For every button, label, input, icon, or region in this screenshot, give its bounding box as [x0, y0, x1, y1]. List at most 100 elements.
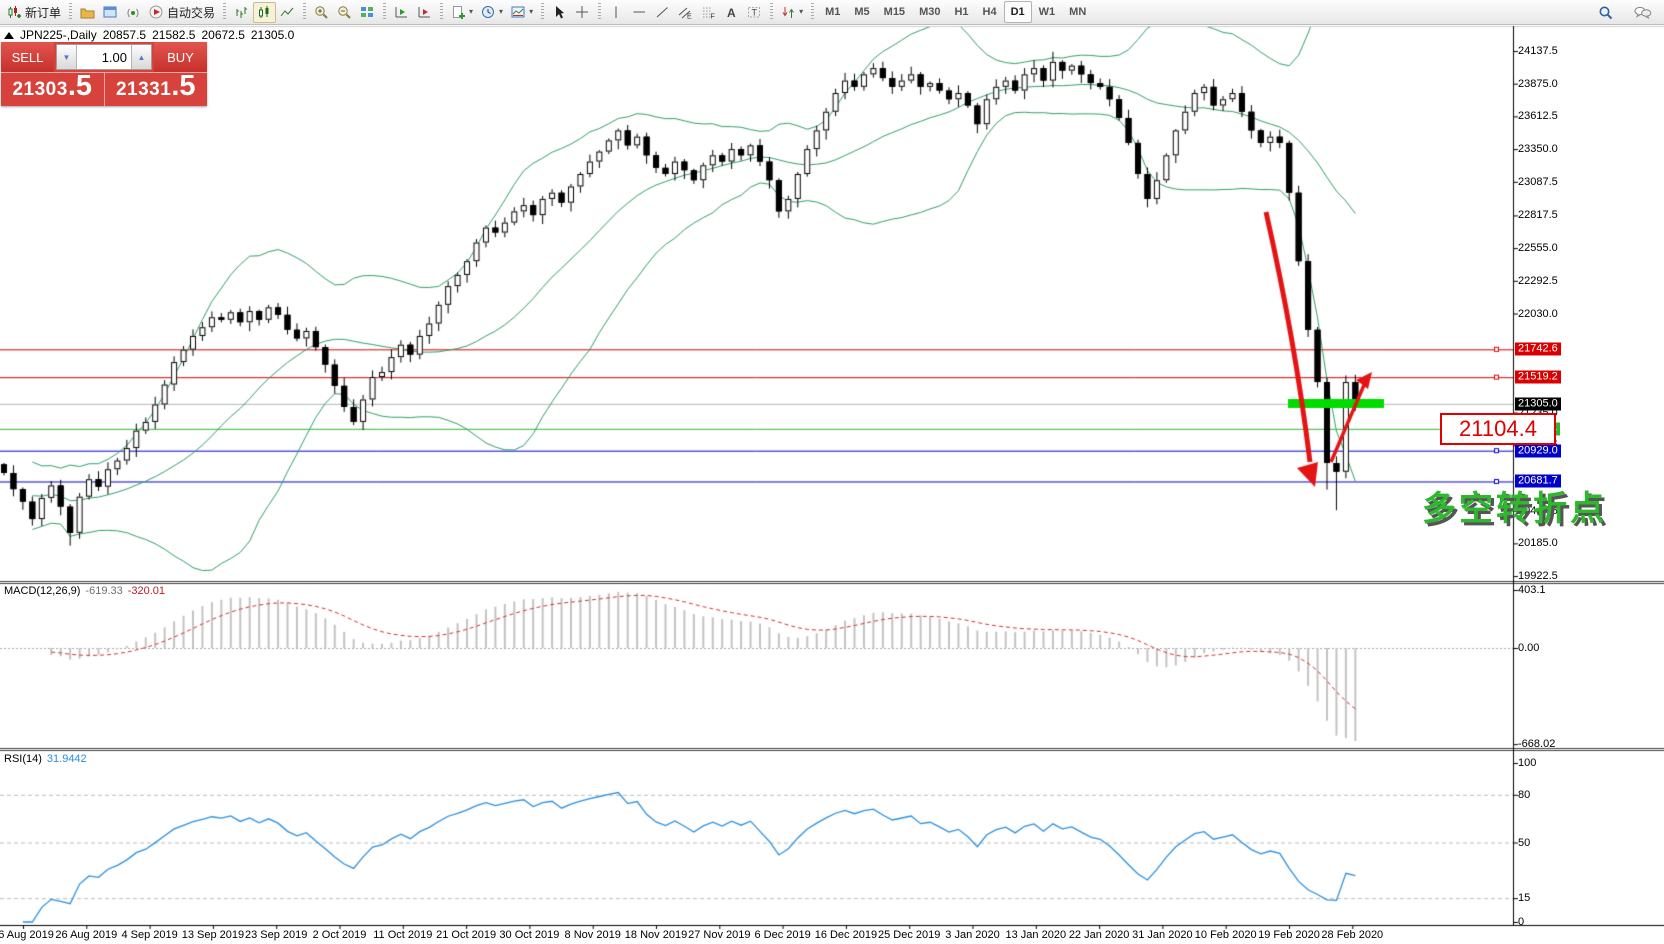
- svg-text:E: E: [687, 13, 692, 20]
- timeframe-m1-button[interactable]: M1: [818, 1, 847, 23]
- vertical-line-button[interactable]: [605, 2, 628, 23]
- date-label: 28 Feb 2020: [1321, 929, 1383, 941]
- buy-price[interactable]: 21331 .5: [105, 73, 208, 106]
- fibonacci-button[interactable]: F: [697, 2, 720, 23]
- timeframe-h4-button[interactable]: H4: [976, 1, 1004, 23]
- macd-main-value: -619.33: [85, 585, 122, 597]
- timeframe-w1-button[interactable]: W1: [1032, 1, 1063, 23]
- panel-collapse-icon[interactable]: [4, 32, 14, 39]
- text-button[interactable]: A: [720, 2, 743, 23]
- price-tick-label: 22292.5: [1518, 275, 1558, 287]
- autotrading-button[interactable]: 自动交易: [145, 2, 219, 23]
- sell-price-frac: .5: [68, 73, 92, 99]
- image-icon: [511, 5, 526, 20]
- zoom-in-button[interactable]: [310, 2, 333, 23]
- candlestick-button[interactable]: [253, 2, 276, 23]
- charts-folder-button[interactable]: [76, 2, 99, 23]
- svg-text:T: T: [752, 7, 758, 17]
- trend-icon: [655, 5, 670, 20]
- sell-button[interactable]: SELL: [1, 42, 54, 72]
- hline-icon: [632, 5, 647, 20]
- crosshair-button[interactable]: [571, 2, 594, 23]
- price-level-flag[interactable]: 21519.2: [1515, 371, 1561, 384]
- chart-symbol-period: JPN225-,Daily: [20, 28, 97, 42]
- line-chart-button[interactable]: [276, 2, 299, 23]
- volume-stepper: ▼ ▲: [56, 44, 152, 70]
- svg-text:A: A: [727, 6, 736, 20]
- price-tick-label: 22555.0: [1518, 242, 1558, 254]
- chat-button[interactable]: [1630, 2, 1656, 23]
- price-tick-label: 20185.0: [1518, 537, 1558, 549]
- chevron-down-icon: ▾: [529, 8, 533, 16]
- toolbar-right-group: [1594, 0, 1656, 25]
- volume-decrease-button[interactable]: ▼: [57, 45, 77, 69]
- date-label: 3 Jan 2020: [945, 929, 999, 941]
- buy-price-frac: .5: [171, 73, 195, 99]
- price-level-flag[interactable]: 21305.0: [1515, 397, 1561, 410]
- signals-button[interactable]: [122, 2, 145, 23]
- folder-icon: [80, 5, 95, 20]
- timeframe-m15-button[interactable]: M15: [877, 1, 912, 23]
- sell-price[interactable]: 21303 .5: [1, 73, 105, 106]
- rsi-name: RSI(14): [4, 753, 42, 765]
- rsi-axis-label: 100: [1518, 757, 1536, 769]
- autotrading-icon: [149, 5, 164, 20]
- cursor-button[interactable]: [548, 2, 571, 23]
- crosshair-icon: [575, 5, 590, 20]
- date-label: 31 Jan 2020: [1132, 929, 1193, 941]
- price-tick-label: 23087.5: [1518, 176, 1558, 188]
- chart-properties-button[interactable]: ▾: [507, 2, 537, 23]
- toolbar-separator: [223, 3, 226, 21]
- timeframe-mn-button[interactable]: MN: [1062, 1, 1093, 23]
- price-level-flag[interactable]: 21742.6: [1515, 343, 1561, 356]
- auto-scroll-button[interactable]: [413, 2, 436, 23]
- chart-title: JPN225-,Daily 20857.5 21582.5 20672.5 21…: [4, 28, 294, 42]
- sell-price-main: 21303: [12, 79, 67, 101]
- signal-icon: [126, 5, 141, 20]
- date-label: 26 Aug 2019: [55, 929, 117, 941]
- toolbar-separator: [811, 3, 814, 21]
- autoscroll-icon: [417, 5, 432, 20]
- date-label: 27 Nov 2019: [688, 929, 750, 941]
- trendline-button[interactable]: [651, 2, 674, 23]
- timeframe-d1-button[interactable]: D1: [1004, 1, 1032, 23]
- zoom-out-button[interactable]: [333, 2, 356, 23]
- tile-windows-button[interactable]: [356, 2, 379, 23]
- one-click-trading-panel: SELL ▼ ▲ BUY 21303 .5 21331 .5: [1, 42, 207, 106]
- text-label-button[interactable]: T: [743, 2, 766, 23]
- arrows-button[interactable]: ▾: [777, 2, 807, 23]
- volume-increase-button[interactable]: ▲: [131, 45, 151, 69]
- search-button[interactable]: [1594, 2, 1618, 23]
- timeframe-m5-button[interactable]: M5: [847, 1, 876, 23]
- timeframe-h1-button[interactable]: H1: [947, 1, 975, 23]
- date-label: 13 Jan 2020: [1006, 929, 1067, 941]
- equidistant-channel-button[interactable]: E: [674, 2, 697, 23]
- toolbar-separator: [383, 3, 386, 21]
- shift-end-button[interactable]: [390, 2, 413, 23]
- new-order-button[interactable]: 新订单: [3, 2, 65, 23]
- profiles-button[interactable]: [99, 2, 122, 23]
- chevron-down-icon: ▾: [499, 8, 503, 16]
- zoom-out-icon: [337, 5, 352, 20]
- horizontal-line-button[interactable]: [628, 2, 651, 23]
- periods-button[interactable]: ▾: [477, 2, 507, 23]
- volume-input[interactable]: [77, 45, 131, 69]
- macd-axis-label: 403.1: [1518, 584, 1546, 596]
- date-label: 11 Oct 2019: [373, 929, 432, 941]
- timeframe-m30-button[interactable]: M30: [912, 1, 947, 23]
- chart-canvas[interactable]: [0, 0, 1664, 944]
- macd-name: MACD(12,26,9): [4, 585, 80, 597]
- support-price-callout[interactable]: 21104.4: [1440, 413, 1556, 445]
- rsi-value: 31.9442: [47, 753, 87, 765]
- toolbar-separator: [598, 3, 601, 21]
- date-label: 6 Dec 2019: [754, 929, 810, 941]
- buy-button[interactable]: BUY: [154, 42, 207, 72]
- window-icon: [103, 5, 118, 20]
- textT-icon: T: [747, 5, 762, 20]
- templates-button[interactable]: ▾: [447, 2, 477, 23]
- buy-price-main: 21331: [116, 79, 171, 101]
- bar-chart-button[interactable]: [230, 2, 253, 23]
- clock-icon: [481, 5, 496, 20]
- price-level-flag[interactable]: 20929.0: [1515, 444, 1561, 457]
- rsi-axis-label: 0: [1518, 916, 1524, 928]
